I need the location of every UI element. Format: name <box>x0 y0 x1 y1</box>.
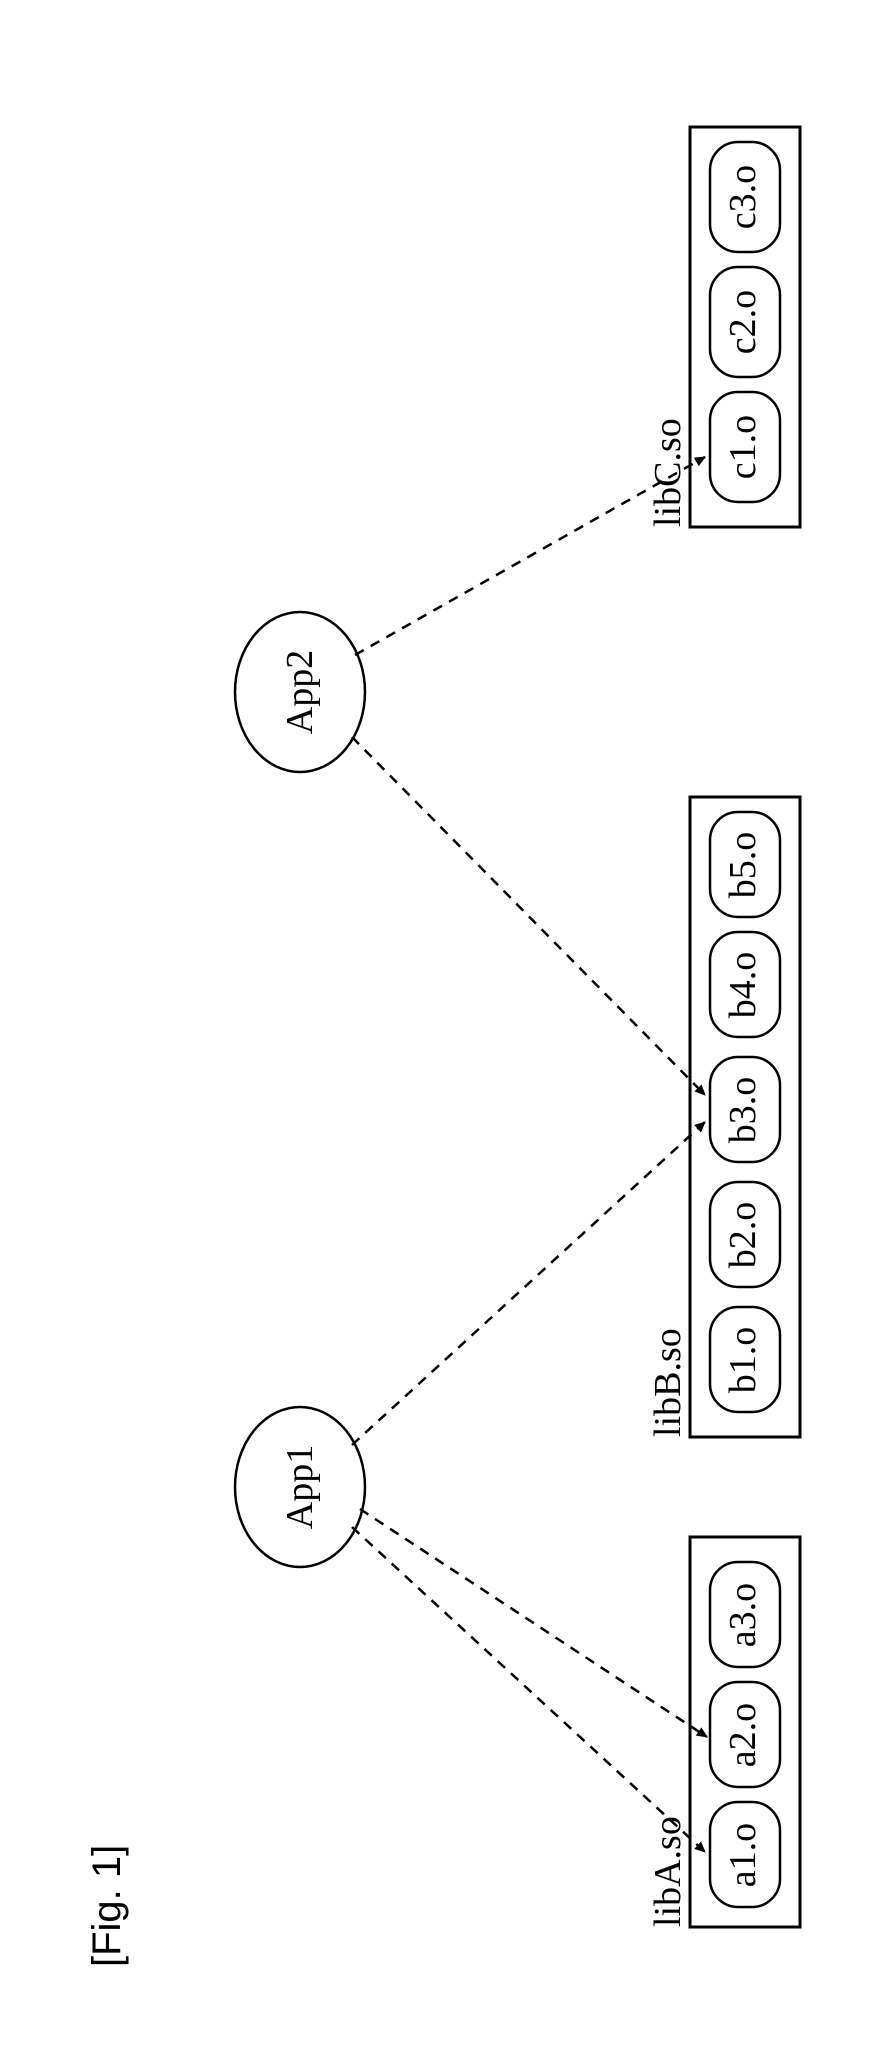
libC-obj-c3-label: c3.o <box>722 165 764 229</box>
libA-obj-a2-label: a2.o <box>722 1703 764 1767</box>
libB-name: libB.so <box>647 1328 689 1437</box>
libB-obj-b2: b2.o <box>710 1182 780 1287</box>
libB-obj-b3-label: b3.o <box>722 1077 764 1144</box>
app1-node: App1 <box>235 1407 365 1567</box>
libB-obj-b1-label: b1.o <box>722 1327 764 1394</box>
edge-app2-b3 <box>352 737 705 1095</box>
libC-obj-c3: c3.o <box>710 142 780 252</box>
libA-obj-a3-label: a3.o <box>722 1583 764 1647</box>
libB-obj-b1: b1.o <box>710 1307 780 1412</box>
libB-obj-b5-label: b5.o <box>722 832 764 899</box>
edge-app1-a1 <box>352 1527 705 1852</box>
libA-obj-a2: a2.o <box>710 1682 780 1787</box>
libB-box: libB.so b1.o b2.o b3.o b4.o b5.o <box>647 797 800 1437</box>
libA-obj-a1: a1.o <box>710 1802 780 1907</box>
libB-obj-b4: b4.o <box>710 932 780 1037</box>
libA-obj-a1-label: a1.o <box>722 1823 764 1887</box>
libC-obj-c2-label: c2.o <box>722 290 764 354</box>
libA-obj-a3: a3.o <box>710 1562 780 1667</box>
libC-obj-c2: c2.o <box>710 267 780 377</box>
app2-node: App2 <box>235 612 365 772</box>
libB-obj-b4-label: b4.o <box>722 952 764 1019</box>
libB-obj-b5: b5.o <box>710 812 780 917</box>
app2-label: App2 <box>279 650 321 734</box>
libB-obj-b2-label: b2.o <box>722 1202 764 1269</box>
libC-obj-c1: c1.o <box>710 392 780 502</box>
libA-box: libA.so a1.o a2.o a3.o <box>647 1537 800 1927</box>
libC-box: libC.so c1.o c2.o c3.o <box>647 127 800 527</box>
libC-obj-c1-label: c1.o <box>722 415 764 479</box>
app1-label: App1 <box>279 1445 321 1529</box>
figure-label: [Fig. 1] <box>85 1845 129 1967</box>
libC-name: libC.so <box>647 418 689 527</box>
libB-obj-b3: b3.o <box>710 1057 780 1162</box>
edge-app1-a2 <box>360 1509 707 1737</box>
